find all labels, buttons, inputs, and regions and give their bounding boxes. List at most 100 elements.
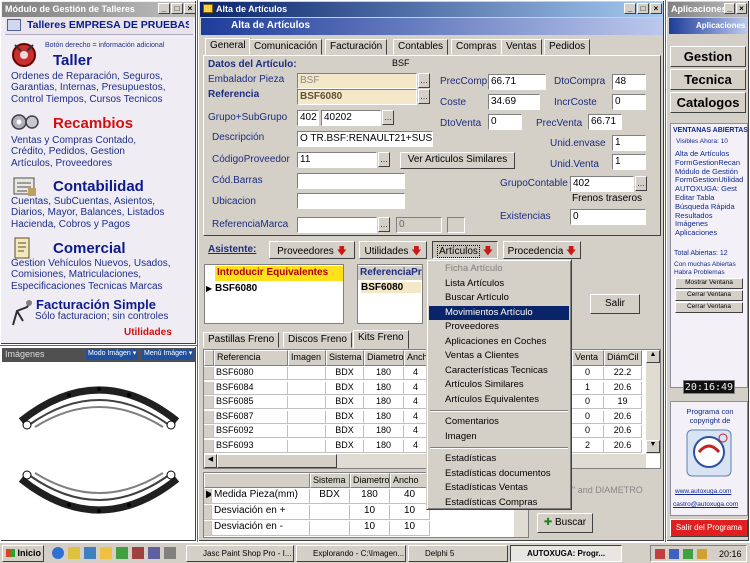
medida-cell[interactable]: 180 xyxy=(350,489,390,504)
table-cell[interactable]: 22.2 xyxy=(604,367,642,380)
medida-cell[interactable]: Desviación en + xyxy=(212,505,310,520)
col-diamcil[interactable]: DiámCil xyxy=(604,350,642,366)
table-cell[interactable]: BSF6087 xyxy=(214,410,288,424)
explorer-icon[interactable] xyxy=(100,547,112,559)
menu-item[interactable]: Aplicaciones en Coches xyxy=(429,335,569,350)
table-cell[interactable]: 4 xyxy=(404,425,428,438)
tab-pastillas-freno[interactable]: Pastillas Freno xyxy=(203,332,280,348)
col-referencia[interactable]: Referencia xyxy=(214,350,288,366)
table-cell[interactable]: 180 xyxy=(364,381,404,395)
table-cell[interactable]: 0 xyxy=(572,367,604,380)
salir-programa-button[interactable]: Salir del Programa xyxy=(670,519,748,537)
medida-cell[interactable]: 10 xyxy=(390,505,430,520)
table-cell[interactable]: 2 xyxy=(572,439,604,453)
ie-icon[interactable] xyxy=(52,547,64,559)
proveedores-button[interactable]: Proveedores 🡇 xyxy=(269,241,355,259)
recambios-title[interactable]: Recambios xyxy=(53,115,133,132)
col-imagen[interactable]: Imagen xyxy=(288,350,326,366)
open-window-link[interactable]: Aplicaciones xyxy=(675,228,748,238)
referencia-pr-value[interactable]: BSF6080 xyxy=(361,282,421,293)
outlook-icon[interactable] xyxy=(68,547,80,559)
table-cell[interactable]: 19 xyxy=(604,396,642,409)
medida-cell[interactable]: 10 xyxy=(350,521,390,536)
table-cell[interactable]: BSF6085 xyxy=(214,396,288,409)
precventa-field[interactable]: 66.71 xyxy=(588,114,622,130)
table-cell[interactable]: BDX xyxy=(326,396,364,409)
table-cell[interactable]: 4 xyxy=(404,410,428,424)
menu-item[interactable]: Estadísticas Ventas xyxy=(429,481,569,496)
tecnica-button[interactable]: Tecnica xyxy=(670,69,746,90)
unid-envase-field[interactable]: 1 xyxy=(612,135,646,151)
right-close-button[interactable]: × xyxy=(736,3,747,14)
tray-clock[interactable]: 20:16 xyxy=(719,549,742,559)
utilidades-link[interactable]: Utilidades xyxy=(124,327,172,338)
main-close-button[interactable]: × xyxy=(650,3,662,14)
grupo-field[interactable]: 402 xyxy=(297,110,319,126)
table-cell[interactable]: 20.6 xyxy=(604,425,642,438)
main-minimize-button[interactable]: _ xyxy=(624,3,636,14)
medida-cell[interactable]: 10 xyxy=(390,521,430,536)
taller-icon[interactable] xyxy=(11,41,37,69)
menu-item[interactable]: Lista Artículos xyxy=(429,277,569,292)
mode-image-dropdown[interactable]: Modo Imágen ▾ xyxy=(86,349,139,360)
tab-comunicacion[interactable]: Comunicación xyxy=(249,39,323,55)
table-cell[interactable]: BSF6093 xyxy=(214,439,288,453)
table-cell[interactable] xyxy=(288,410,326,424)
col-sistema[interactable]: Sistema xyxy=(326,350,364,366)
table-cell[interactable]: BDX xyxy=(326,367,364,380)
row-indicator[interactable] xyxy=(204,410,214,424)
table-cell[interactable]: BSF6092 xyxy=(214,425,288,438)
ver-similares-button[interactable]: Ver Articulos Similares xyxy=(400,152,515,169)
ubicacion-field[interactable] xyxy=(297,193,405,209)
tab-facturacion[interactable]: Facturación xyxy=(325,39,388,55)
menu-item[interactable]: Proveedores xyxy=(429,320,569,335)
table-cell[interactable]: BDX xyxy=(326,425,364,438)
medida-cell[interactable]: BDX xyxy=(310,489,350,504)
cerrar-ventana-button-1[interactable]: Cerrar Ventana xyxy=(675,290,743,301)
home-icon[interactable] xyxy=(7,19,21,31)
table-cell[interactable]: 20.6 xyxy=(604,410,642,424)
table-cell[interactable]: 180 xyxy=(364,396,404,409)
incrcoste-field[interactable]: 0 xyxy=(612,94,646,110)
table-cell[interactable]: 180 xyxy=(364,367,404,380)
row-indicator[interactable] xyxy=(204,396,214,409)
medida-cell[interactable]: 40 xyxy=(390,489,430,504)
table-cell[interactable] xyxy=(288,367,326,380)
autoxuga-logo-icon[interactable] xyxy=(685,428,733,478)
taller-title[interactable]: Taller xyxy=(53,52,92,69)
refmarca-lookup-button[interactable]: … xyxy=(378,217,390,232)
medida-cell[interactable]: ▶ xyxy=(204,489,212,504)
tray-icon-3[interactable] xyxy=(683,549,693,559)
existencias-field[interactable]: 0 xyxy=(570,209,646,225)
coste-field[interactable]: 34.69 xyxy=(488,94,540,110)
url-website[interactable]: www.autoxuga.com xyxy=(675,488,731,495)
codigo-proveedor-field[interactable]: 11 xyxy=(297,152,377,168)
medida-cell[interactable] xyxy=(310,505,350,520)
buscar-button[interactable]: ✚ Buscar xyxy=(537,513,593,533)
tray-icon-1[interactable] xyxy=(655,549,665,559)
embalador-field[interactable]: BSF xyxy=(297,73,417,89)
menu-item[interactable]: Movimientos Artículo xyxy=(429,305,569,320)
menu-item[interactable]: Estadísticas Compras xyxy=(429,496,569,511)
menu-item[interactable]: Comentarios xyxy=(429,415,569,430)
medida-col-ancho[interactable]: Ancho xyxy=(390,473,430,488)
table-cell[interactable]: 4 xyxy=(404,367,428,380)
tab-compras[interactable]: Compras xyxy=(451,39,502,55)
tab-ventas[interactable]: Ventas xyxy=(501,39,542,55)
menu-item[interactable]: Ventas a Clientes xyxy=(429,349,569,364)
medida-cell[interactable]: Medida Pieza(mm) xyxy=(212,489,310,504)
table-cell[interactable]: 0 xyxy=(572,396,604,409)
maximize-button[interactable]: □ xyxy=(171,3,183,14)
scroll-up-button[interactable]: ▲ xyxy=(646,350,660,363)
equivalentes-value[interactable]: BSF6080 xyxy=(215,283,257,294)
table-cell[interactable]: 4 xyxy=(404,439,428,453)
table-cell[interactable]: BSF6084 xyxy=(214,381,288,395)
tab-pedidos[interactable]: Pedidos xyxy=(544,39,591,55)
app-icon-8[interactable] xyxy=(164,547,176,559)
medida-col-sistema[interactable]: Sistema xyxy=(310,473,350,488)
table-cell[interactable] xyxy=(288,381,326,395)
dtoventa-field[interactable]: 0 xyxy=(488,114,522,130)
table-cell[interactable]: BDX xyxy=(326,381,364,395)
comercial-icon[interactable] xyxy=(13,236,33,260)
kits-horizontal-scrollbar[interactable]: ◀ xyxy=(204,454,646,468)
